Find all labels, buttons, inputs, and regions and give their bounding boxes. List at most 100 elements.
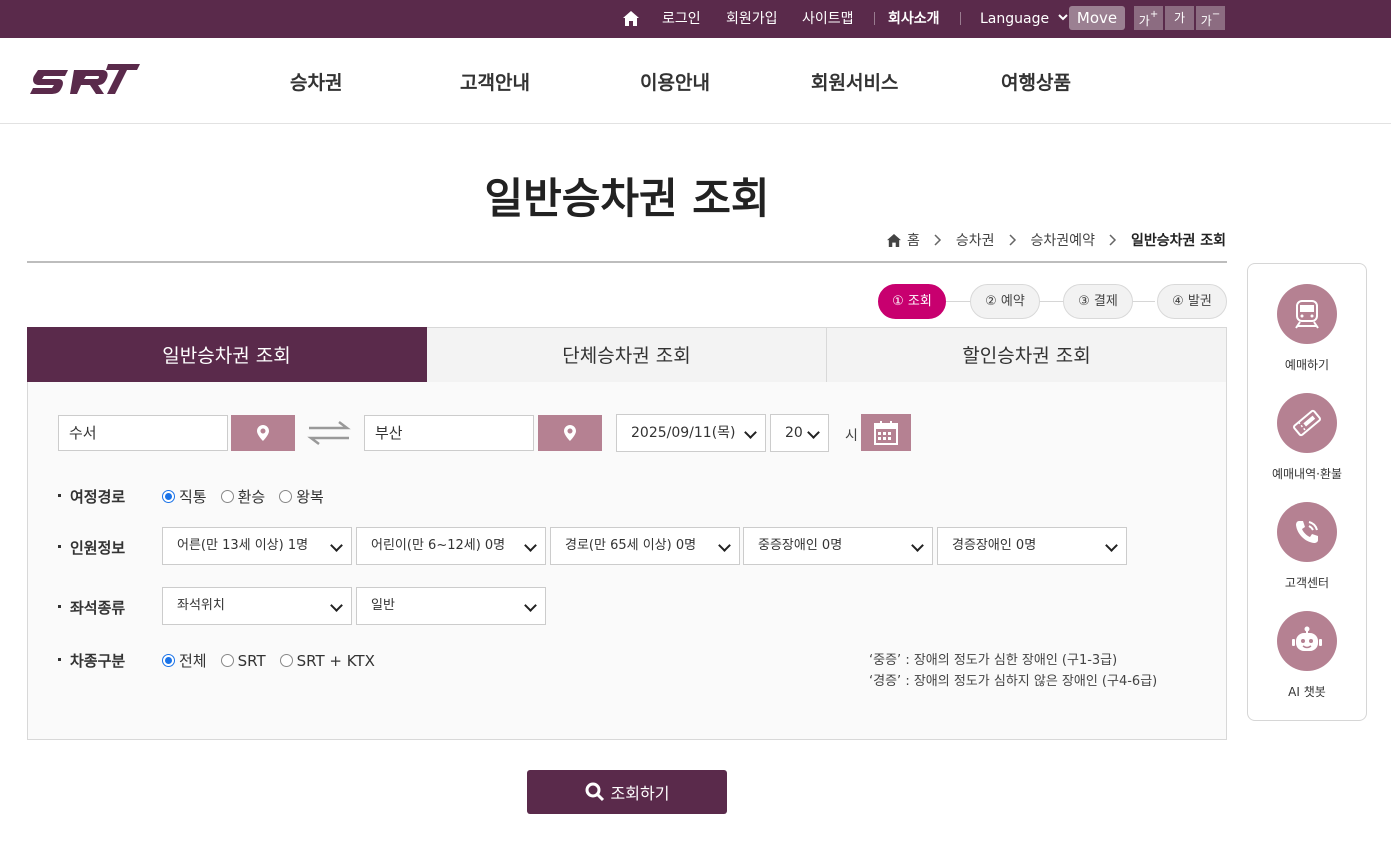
- route-transfer-radio[interactable]: 환승: [220, 486, 266, 507]
- quick-customer-center[interactable]: 고객센터: [1248, 502, 1366, 591]
- radio-checked: [162, 490, 175, 503]
- passengers-label-text: 인원정보: [70, 539, 126, 557]
- language-label: Language: [980, 11, 1050, 27]
- chevron-down-icon: [330, 599, 343, 612]
- breadcrumb-ticket[interactable]: 승차권: [956, 230, 995, 250]
- font-decrease-button[interactable]: 가−: [1196, 6, 1225, 30]
- phone-icon: [1277, 502, 1337, 562]
- adult-count-select[interactable]: 어른(만 13세 이상) 1명: [162, 527, 352, 565]
- breadcrumb-reservation[interactable]: 승차권예약: [1031, 230, 1095, 250]
- sitemap-link[interactable]: 사이트맵: [802, 0, 854, 38]
- step-reserve: ② 예약: [970, 284, 1040, 319]
- srt-logo[interactable]: [28, 60, 142, 100]
- route-label-text: 여정경로: [70, 488, 126, 506]
- font-normal-button[interactable]: 가: [1165, 6, 1194, 30]
- company-link[interactable]: 회사소개: [888, 0, 940, 38]
- chevron-right-icon: [1009, 234, 1016, 246]
- chevron-down-icon: [330, 539, 343, 552]
- radio-unchecked: [220, 490, 234, 503]
- quick-history[interactable]: 예매내역·환불: [1248, 393, 1366, 482]
- step-payment: ③ 결제: [1063, 284, 1133, 319]
- severe-disability-select[interactable]: 중증장애인 0명: [743, 527, 933, 565]
- move-button[interactable]: Move: [1069, 6, 1125, 30]
- chevron-right-icon: [934, 234, 941, 246]
- train-type-label: 차종구분: [58, 650, 125, 671]
- calendar-button[interactable]: [861, 414, 911, 451]
- font-increase-label: 가: [1138, 14, 1150, 28]
- top-utility-bar: 로그인 회원가입 사이트맵 회사소개 Language Move 가+ 가 가−: [0, 0, 1391, 38]
- search-tabs: 일반승차권 조회 단체승차권 조회 할인승차권 조회: [27, 327, 1227, 383]
- tab-discount-ticket[interactable]: 할인승차권 조회: [827, 327, 1227, 383]
- seat-position-value: 좌석위치: [177, 598, 225, 613]
- train-srt-ktx-radio[interactable]: SRT + KTX: [279, 650, 375, 671]
- calendar-icon: [874, 420, 898, 445]
- hour-value: 20: [785, 425, 803, 441]
- nav-travel-products[interactable]: 여행상품: [1001, 68, 1071, 95]
- quick-reserve-label: 예매하기: [1284, 358, 1330, 372]
- chevron-down-icon: [807, 426, 820, 439]
- font-decrease-sign: −: [1211, 9, 1221, 20]
- severe-disability-note: ‘중증’ : 장애의 정도가 심한 장애인 (구1-3급): [869, 653, 1118, 668]
- route-direct-radio[interactable]: 직통: [162, 486, 207, 507]
- departure-station-button[interactable]: [231, 415, 295, 451]
- radio-unchecked: [220, 654, 234, 667]
- search-icon: [585, 782, 604, 802]
- date-select[interactable]: 2025/09/11(목): [616, 414, 766, 452]
- child-count-select[interactable]: 어린이(만 6~12세) 0명: [356, 527, 546, 565]
- quick-customer-center-label: 고객센터: [1284, 576, 1330, 590]
- login-link[interactable]: 로그인: [662, 0, 701, 38]
- route-roundtrip-label: 왕복: [296, 488, 324, 506]
- page-title: 일반승차권 조회: [484, 174, 770, 223]
- severe-disability-value: 중증장애인 0명: [758, 538, 843, 553]
- radio-unchecked: [279, 654, 293, 667]
- radio-unchecked: [279, 490, 293, 503]
- quick-reserve[interactable]: 예매하기: [1248, 284, 1366, 373]
- font-decrease-label: 가: [1200, 14, 1212, 28]
- chevron-down-icon: [1057, 14, 1068, 21]
- tab-general-ticket[interactable]: 일반승차권 조회: [27, 327, 427, 383]
- quick-menu: 예매하기 예매내역·환불 고객센터 AI 챗봇: [1247, 263, 1367, 721]
- swap-stations-icon[interactable]: [307, 420, 351, 446]
- route-direct-label: 직통: [179, 488, 207, 506]
- chevron-down-icon: [718, 539, 731, 552]
- nav-usage-guide[interactable]: 이용안내: [640, 68, 710, 95]
- arrival-station-input[interactable]: 부산: [364, 415, 534, 451]
- quick-ai-chatbot[interactable]: AI 챗봇: [1248, 611, 1366, 700]
- nav-customer-guide[interactable]: 고객안내: [460, 68, 530, 95]
- breadcrumb: 홈 승차권 승차권예약 일반승차권 조회: [887, 230, 1226, 250]
- quick-ai-chatbot-label: AI 챗봇: [1288, 685, 1326, 699]
- chevron-down-icon: [911, 539, 924, 552]
- search-button-label: 조회하기: [610, 784, 670, 803]
- tab-group-ticket[interactable]: 단체승차권 조회: [427, 327, 827, 383]
- home-icon[interactable]: [887, 233, 901, 247]
- seat-class-select[interactable]: 일반: [356, 587, 546, 625]
- train-srt-label: SRT: [237, 651, 266, 670]
- chevron-down-icon: [744, 426, 757, 439]
- home-icon[interactable]: [623, 11, 639, 26]
- seat-class-value: 일반: [371, 598, 395, 613]
- search-button[interactable]: 조회하기: [527, 770, 727, 814]
- route-transfer-label: 환승: [237, 488, 266, 506]
- train-icon: [1277, 284, 1337, 344]
- nav-ticket[interactable]: 승차권: [290, 68, 342, 95]
- breadcrumb-home[interactable]: 홈: [907, 230, 920, 250]
- mild-disability-select[interactable]: 경증장애인 0명: [937, 527, 1127, 565]
- child-count-value: 어린이(만 6~12세) 0명: [371, 538, 506, 553]
- arrival-station-button[interactable]: [538, 415, 602, 451]
- language-select[interactable]: Language: [980, 0, 1068, 38]
- signup-link[interactable]: 회원가입: [726, 0, 778, 38]
- map-pin-icon: [257, 425, 269, 441]
- senior-count-select[interactable]: 경로(만 65세 이상) 0명: [550, 527, 740, 565]
- departure-station-input[interactable]: 수서: [58, 415, 228, 451]
- train-all-radio[interactable]: 전체: [162, 650, 207, 671]
- train-type-radio-group: 전체 SRT SRT + KTX: [162, 650, 375, 671]
- font-increase-button[interactable]: 가+: [1134, 6, 1163, 30]
- date-value: 2025/09/11(목): [631, 425, 736, 441]
- route-roundtrip-radio[interactable]: 왕복: [279, 486, 324, 507]
- route-label: 여정경로: [58, 486, 125, 507]
- hour-select[interactable]: 20: [770, 414, 829, 452]
- seat-position-select[interactable]: 좌석위치: [162, 587, 352, 625]
- nav-member-service[interactable]: 회원서비스: [811, 68, 898, 95]
- train-srt-radio[interactable]: SRT: [220, 650, 266, 671]
- train-all-label: 전체: [179, 652, 207, 670]
